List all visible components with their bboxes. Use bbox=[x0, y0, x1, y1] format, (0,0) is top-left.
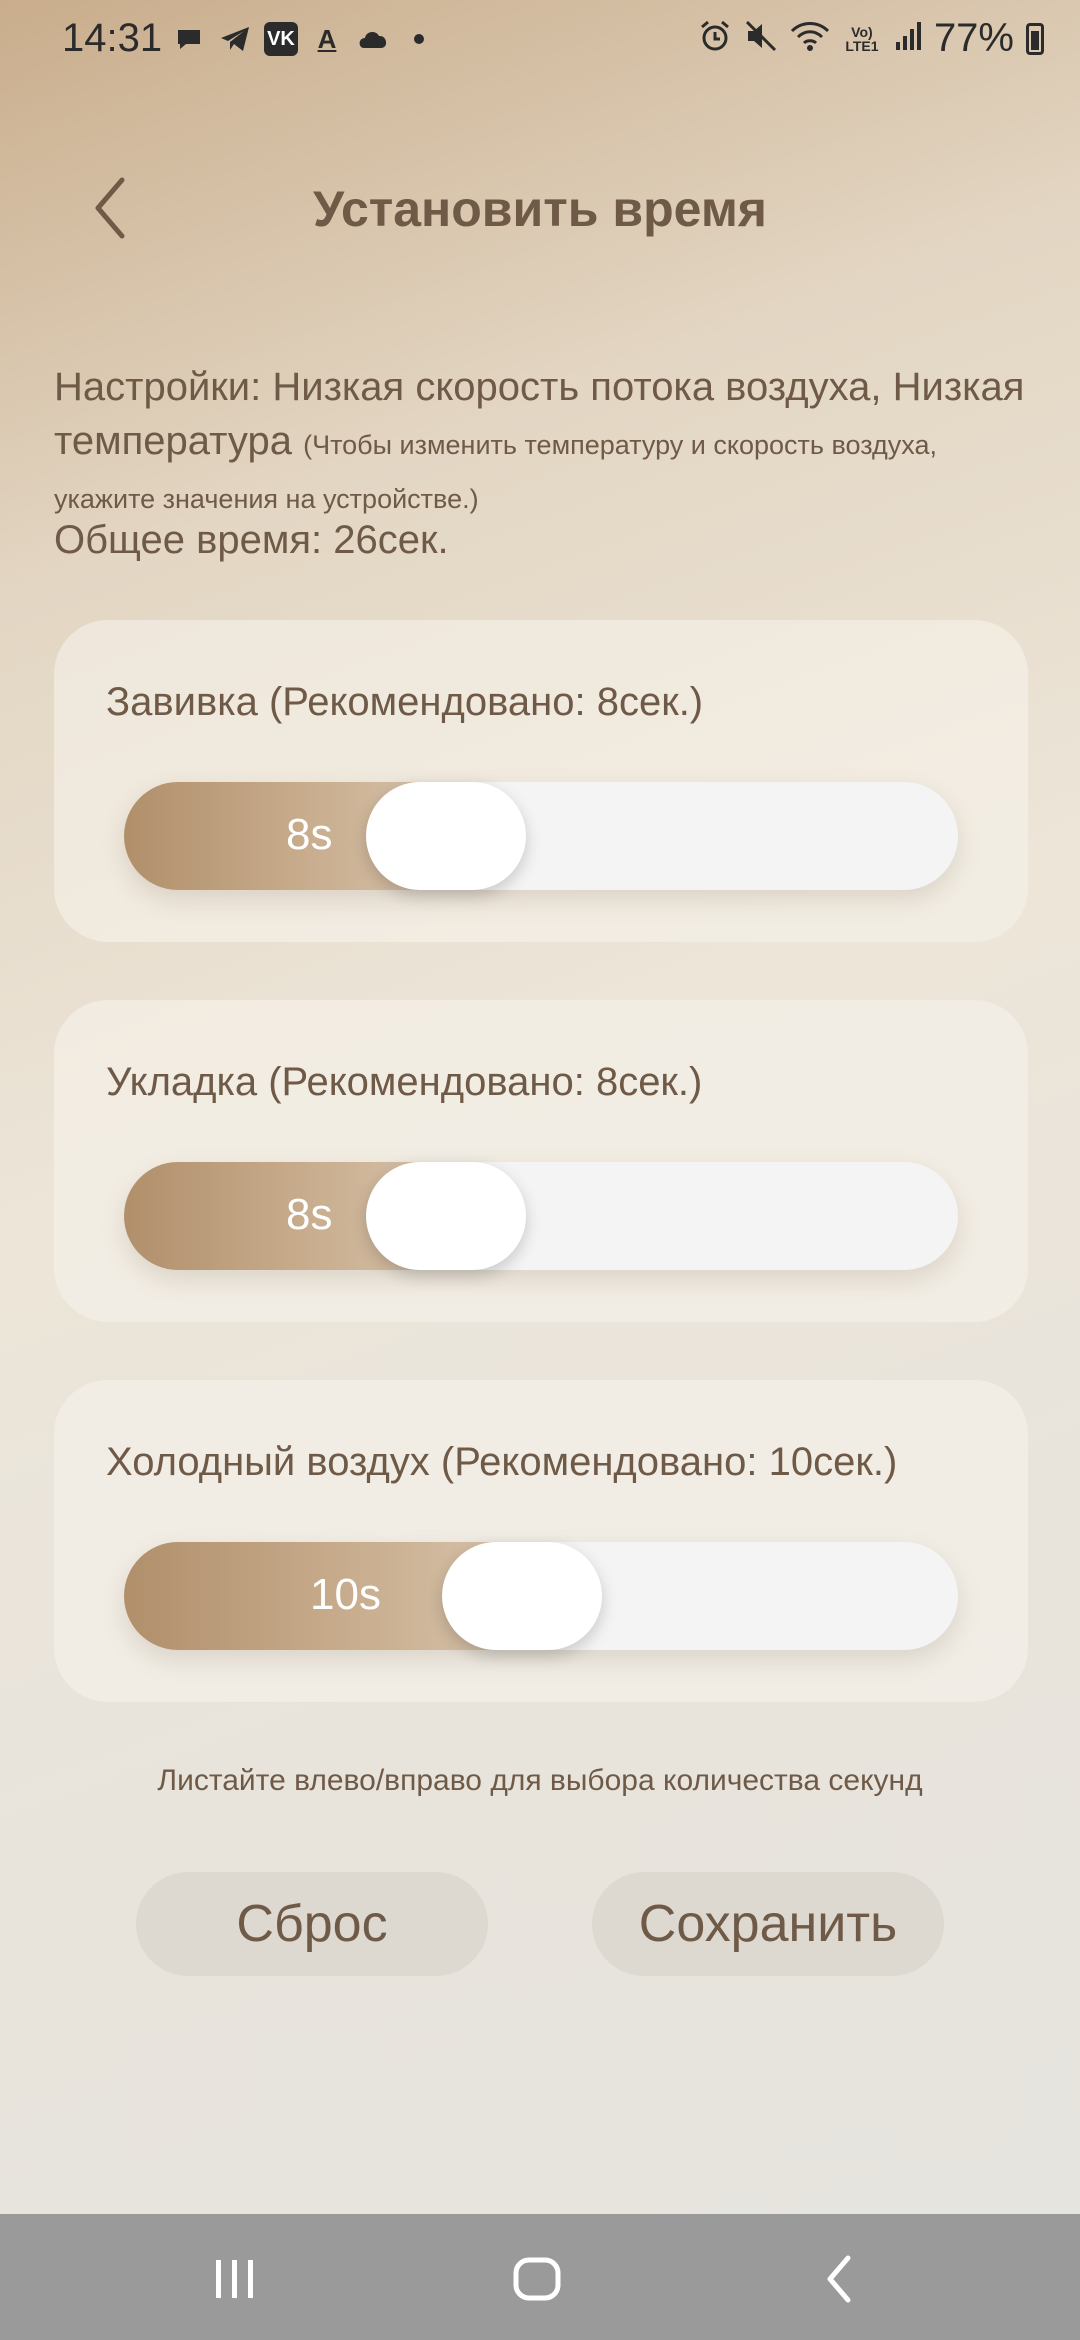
recent-apps-icon[interactable] bbox=[210, 2254, 260, 2304]
telegram-icon bbox=[218, 22, 252, 56]
volte-icon: Vo) LTE1 bbox=[845, 23, 879, 54]
battery-icon bbox=[1026, 22, 1044, 55]
status-bar: 14:31 VK A Vo) LTE1 77% bbox=[0, 0, 1080, 80]
cloud-icon bbox=[356, 22, 390, 56]
chat-bubble-icon bbox=[172, 22, 206, 56]
slider-thumb[interactable] bbox=[366, 782, 526, 890]
swipe-hint: Листайте влево/вправо для выбора количес… bbox=[157, 1764, 923, 1797]
time-slider[interactable]: 10s bbox=[124, 1542, 958, 1650]
system-nav-bar bbox=[0, 2214, 1080, 2340]
battery-percent: 77% bbox=[933, 16, 1014, 60]
slider-value: 8s bbox=[286, 1190, 333, 1239]
total-time: Общее время: 26сек. bbox=[54, 518, 449, 562]
vk-icon: VK bbox=[264, 22, 298, 56]
page-title: Установить время bbox=[313, 181, 767, 237]
slider-label: Холодный воздух (Рекомендовано: 10сек.) bbox=[106, 1440, 898, 1484]
mute-icon bbox=[744, 19, 778, 58]
status-notification-icons: VK A bbox=[172, 22, 436, 56]
slider-thumb[interactable] bbox=[442, 1542, 602, 1650]
status-system-icons: Vo) LTE1 77% bbox=[698, 16, 1044, 61]
home-icon[interactable] bbox=[512, 2254, 562, 2304]
status-time: 14:31 bbox=[62, 16, 163, 60]
slider-value: 8s bbox=[286, 810, 333, 859]
slider-card-styling: Укладка (Рекомендовано: 8сек.) 8s bbox=[54, 1000, 1028, 1322]
alarm-icon bbox=[698, 19, 732, 58]
slider-label: Завивка (Рекомендовано: 8сек.) bbox=[106, 680, 704, 724]
reset-button[interactable]: Сброс bbox=[136, 1872, 488, 1976]
slider-card-curl: Завивка (Рекомендовано: 8сек.) 8s bbox=[54, 620, 1028, 942]
signal-icon bbox=[894, 20, 922, 57]
font-icon: A bbox=[317, 23, 337, 54]
dot-icon bbox=[402, 22, 436, 56]
settings-description: Настройки: Низкая скорость потока воздух… bbox=[54, 360, 1034, 522]
slider-label: Укладка (Рекомендовано: 8сек.) bbox=[106, 1060, 703, 1104]
back-icon[interactable] bbox=[816, 2254, 866, 2304]
slider-card-cold-air: Холодный воздух (Рекомендовано: 10сек.) … bbox=[54, 1380, 1028, 1702]
save-button[interactable]: Сохранить bbox=[592, 1872, 944, 1976]
slider-value: 10s bbox=[310, 1570, 381, 1619]
wifi-icon bbox=[790, 19, 830, 58]
time-slider[interactable]: 8s bbox=[124, 782, 958, 890]
time-slider[interactable]: 8s bbox=[124, 1162, 958, 1270]
slider-thumb[interactable] bbox=[366, 1162, 526, 1270]
